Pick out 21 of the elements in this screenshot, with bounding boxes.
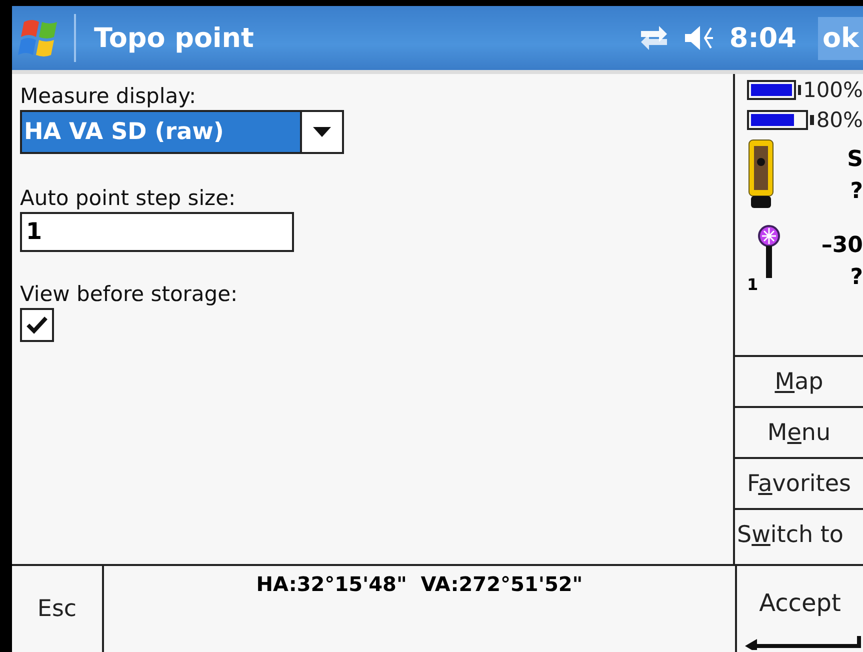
battery-reading: 80%	[816, 108, 863, 132]
instrument-value: ?	[850, 178, 863, 206]
instrument-status: S	[847, 146, 863, 174]
angle-readout: HA:32°15'48" VA:272°51'52"	[255, 571, 584, 598]
checkmark-icon	[26, 316, 48, 334]
measure-display-dropdown[interactable]: HA VA SD (raw)	[20, 110, 344, 154]
dropdown-arrow-icon	[313, 127, 331, 137]
total-station-icon	[747, 138, 775, 210]
target-value: ?	[850, 264, 863, 292]
field-label: View before storage:	[20, 281, 239, 308]
window-title: Topo point	[94, 22, 255, 54]
input-field[interactable]: 1	[20, 212, 294, 252]
field-label: Auto point step size:	[20, 185, 237, 212]
target-value: –30	[821, 232, 863, 260]
target-number: 1	[747, 275, 758, 294]
clock-time: 8:04	[729, 22, 796, 54]
accept-button[interactable]: Accept	[735, 566, 863, 652]
prism-target-icon	[758, 224, 780, 280]
battery-reading: 100%	[802, 78, 863, 102]
checkbox[interactable]	[20, 308, 54, 342]
field-label: Measure display:	[20, 83, 198, 110]
